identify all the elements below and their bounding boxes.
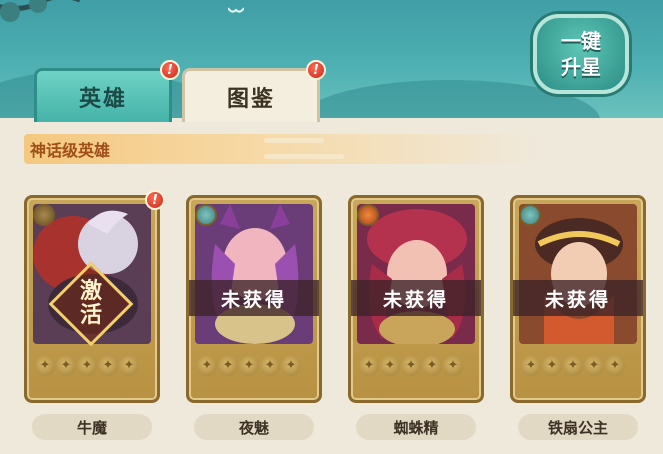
hero-name-plate: 铁扇公主: [518, 414, 638, 440]
not-obtained-band: 未获得: [351, 280, 481, 316]
tree-branch-decoration: [0, 0, 80, 22]
one-click-upgrade-button[interactable]: 一键 升星: [533, 14, 629, 94]
hero-card-yemei[interactable]: 未获得 ✦ ✦ ✦ ✦ ✦: [186, 195, 322, 403]
not-obtained-band: 未获得: [189, 280, 319, 316]
star-icon: ✦: [281, 356, 301, 376]
star-icon: ✦: [119, 356, 139, 376]
wind-icon: [519, 204, 541, 226]
status-label: 未获得: [382, 288, 449, 311]
hero-name: 铁扇公主: [547, 418, 608, 437]
hero-name: 夜魅: [238, 418, 269, 437]
hero-card-niumo[interactable]: 激 活 ✦ ✦ ✦ ✦ ✦: [24, 195, 160, 403]
star-rating: ✦ ✦ ✦ ✦ ✦: [197, 356, 301, 376]
hero-name: 蜘蛛精: [393, 418, 439, 437]
hero-portrait: [357, 204, 475, 344]
star-rating: ✦ ✦ ✦ ✦ ✦: [35, 356, 139, 376]
hero-card-alert-badge: !: [145, 190, 165, 210]
tab-atlas-alert-badge: !: [306, 60, 326, 80]
earth-icon: [33, 204, 55, 226]
star-icon: ✦: [605, 356, 625, 376]
star-icon: ✦: [563, 356, 583, 376]
hero-name-plate: 夜魅: [194, 414, 314, 440]
hero-portrait: [519, 204, 637, 344]
tab-heroes[interactable]: 英雄: [34, 68, 172, 122]
upgrade-button-line2: 升星: [561, 55, 601, 79]
star-icon: ✦: [260, 356, 280, 376]
star-icon: ✦: [359, 356, 379, 376]
star-icon: ✦: [56, 356, 76, 376]
star-icon: ✦: [443, 356, 463, 376]
star-icon: ✦: [380, 356, 400, 376]
hero-name: 牛魔: [76, 418, 107, 437]
tab-heroes-alert-badge: !: [160, 60, 180, 80]
star-rating: ✦ ✦ ✦ ✦ ✦: [359, 356, 463, 376]
tab-atlas[interactable]: 图鉴: [182, 68, 320, 122]
hero-name-plate: 牛魔: [32, 414, 152, 440]
star-icon: ✦: [239, 356, 259, 376]
star-icon: ✦: [77, 356, 97, 376]
hero-portrait: [195, 204, 313, 344]
fire-icon: [357, 204, 379, 226]
upgrade-button-line1: 一键: [561, 29, 601, 53]
hero-card-tieshan-gongzhu[interactable]: 未获得 ✦ ✦ ✦ ✦ ✦: [510, 195, 646, 403]
star-icon: ✦: [401, 356, 421, 376]
star-icon: ✦: [584, 356, 604, 376]
star-icon: ✦: [98, 356, 118, 376]
tier-title: 神话级英雄: [30, 141, 111, 160]
not-obtained-band: 未获得: [513, 280, 643, 316]
star-icon: ✦: [197, 356, 217, 376]
star-icon: ✦: [218, 356, 238, 376]
status-label: 未获得: [220, 288, 287, 311]
bird-icon: [228, 7, 244, 13]
star-rating: ✦ ✦ ✦ ✦ ✦: [521, 356, 625, 376]
tab-atlas-label: 图鉴: [226, 86, 275, 112]
activate-label-line1: 激: [79, 279, 102, 304]
tab-heroes-label: 英雄: [78, 86, 127, 112]
status-label: 未获得: [544, 288, 611, 311]
wind-icon: [195, 204, 217, 226]
tier-header: 神话级英雄: [24, 134, 544, 164]
star-icon: ✦: [521, 356, 541, 376]
activate-button[interactable]: 激 活: [48, 261, 134, 347]
star-icon: ✦: [542, 356, 562, 376]
activate-label-line2: 活: [79, 303, 102, 328]
hero-card-zhizhujing[interactable]: 未获得 ✦ ✦ ✦ ✦ ✦: [348, 195, 484, 403]
star-icon: ✦: [422, 356, 442, 376]
star-icon: ✦: [35, 356, 55, 376]
hero-name-plate: 蜘蛛精: [356, 414, 476, 440]
